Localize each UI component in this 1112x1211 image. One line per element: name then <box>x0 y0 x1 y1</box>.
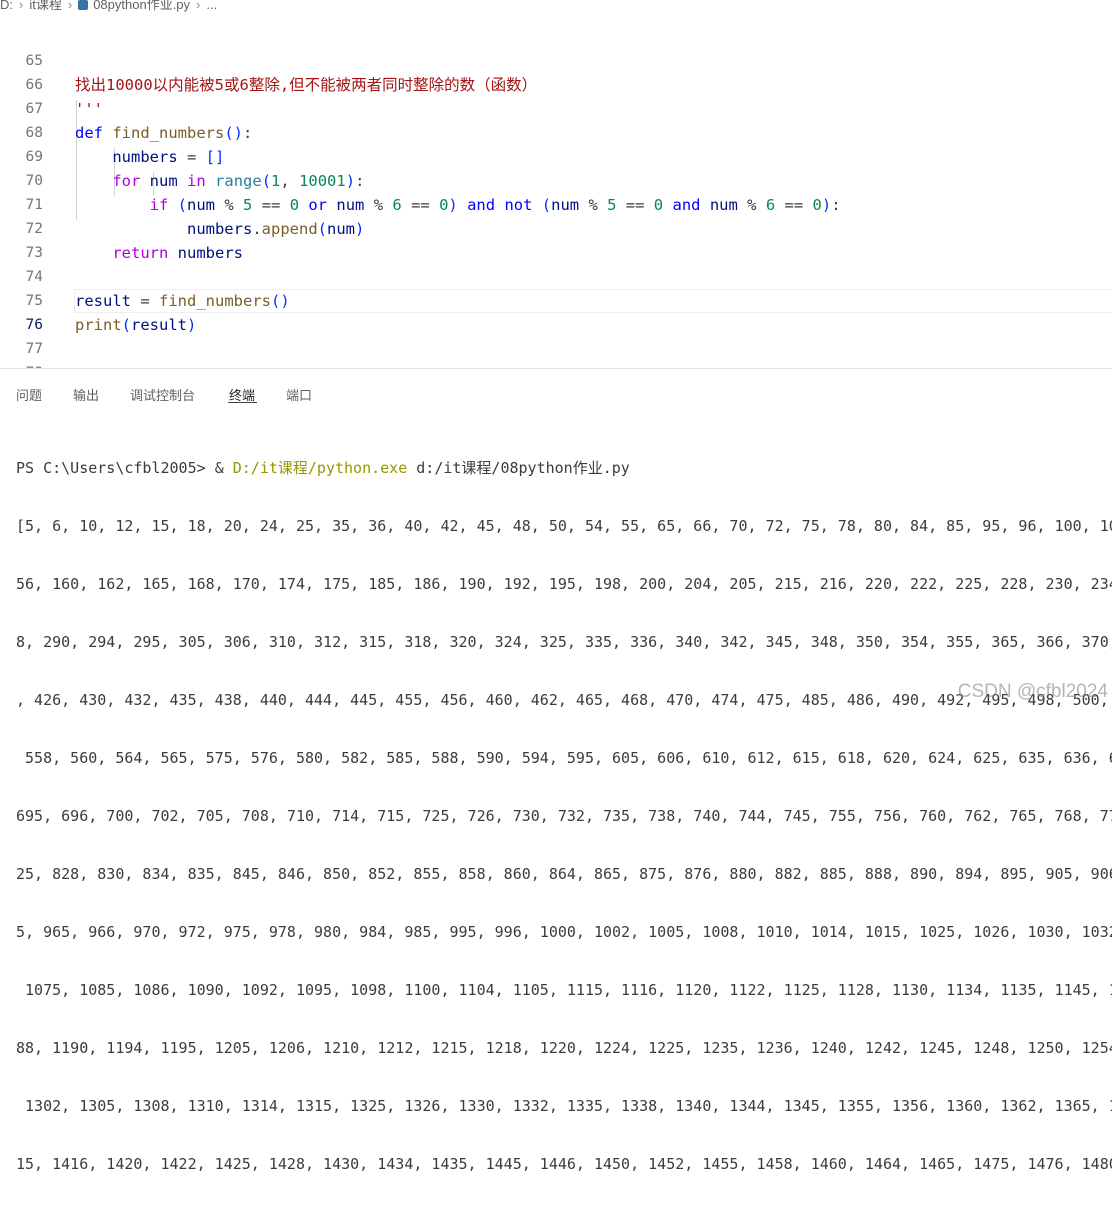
code-line: 78 <box>0 337 1112 368</box>
code-line: 77 <box>0 313 1112 357</box>
python-file-icon <box>78 0 89 10</box>
code-line: 75 print(result) <box>0 265 1112 334</box>
terminal-output-line: 25, 828, 830, 834, 835, 845, 846, 850, 8… <box>16 865 1112 883</box>
terminal-output-line: 1075, 1085, 1086, 1090, 1092, 1095, 1098… <box>16 981 1112 999</box>
panel-tabs: 问题 输出 调试控制台 终端 端口 <box>0 369 1112 409</box>
tab-debug-console[interactable]: 调试控制台 <box>130 385 195 404</box>
terminal-command-line: PS C:\Users\cfbl2005> & D:/it课程/python.e… <box>16 459 630 477</box>
chevron-right-icon: › <box>196 0 201 12</box>
breadcrumb-drive[interactable]: D: <box>0 0 13 11</box>
tab-ports[interactable]: 端口 <box>286 385 312 404</box>
breadcrumb-ellipsis[interactable]: ... <box>206 0 217 11</box>
code-line-active: 76 <box>0 289 1112 333</box>
code-line: 74 result = find_numbers() <box>0 241 1112 310</box>
code-line: 66 ''' <box>0 49 1112 118</box>
watermark: CSDN @cfbl2024 <box>957 681 1108 702</box>
terminal-output-line: 56, 160, 162, 165, 168, 170, 174, 175, 1… <box>16 575 1112 593</box>
terminal-output-line: 5, 965, 966, 970, 972, 975, 978, 980, 98… <box>16 923 1112 941</box>
tab-problems[interactable]: 问题 <box>16 385 42 404</box>
terminal-output-line: 88, 1190, 1194, 1195, 1205, 1206, 1210, … <box>16 1039 1112 1057</box>
code-line: 70 if (num % 5 == 0 or num % 6 == 0) and… <box>0 145 1112 214</box>
chevron-right-icon: › <box>19 0 24 12</box>
chevron-right-icon: › <box>67 0 73 12</box>
breadcrumb-folder[interactable]: it课程 <box>29 0 62 11</box>
terminal-output-line: 558, 560, 564, 565, 575, 576, 580, 582, … <box>16 749 1112 767</box>
terminal-output-line: , 426, 430, 432, 435, 438, 440, 444, 445… <box>16 691 1109 709</box>
code-line: 68 numbers = [] <box>0 97 1112 166</box>
code-line: 72 return numbers <box>0 193 1112 262</box>
breadcrumb-file[interactable]: 08python作业.py <box>93 0 190 11</box>
breadcrumb: D: › it课程 › 08python作业.py ›... <box>0 0 1112 16</box>
terminal[interactable]: PS C:\Users\cfbl2005> & D:/it课程/python.e… <box>16 421 1112 1211</box>
code-line: 69 for num in range(1, 10001): <box>0 121 1112 190</box>
terminal-output-line: 15, 1416, 1420, 1422, 1425, 1428, 1430, … <box>16 1155 1112 1173</box>
code-editor[interactable]: 65 找出10000以内能被5或6整除,但不能被两者同时整除的数（函数） 66 … <box>0 16 1112 368</box>
terminal-exe-path: D:/it课程/python.exe <box>232 459 408 477</box>
code-line: 71 numbers.append(num) <box>0 169 1112 238</box>
code-line: 73 <box>0 217 1112 261</box>
tab-output[interactable]: 输出 <box>73 385 99 404</box>
terminal-output-line: 1302, 1305, 1308, 1310, 1314, 1315, 1325… <box>16 1097 1112 1115</box>
code-line: 65 找出10000以内能被5或6整除,但不能被两者同时整除的数（函数） <box>0 25 1112 94</box>
active-tab-indicator <box>228 402 257 403</box>
bottom-panel: 问题 输出 调试控制台 终端 端口 PS C:\Users\cfbl2005> … <box>0 368 1112 1173</box>
code-line: 67 def find_numbers(): <box>0 73 1112 142</box>
terminal-script-path: d:/it课程/08python作业.py <box>407 459 630 477</box>
code-line: 79 <box>0 361 1112 368</box>
terminal-prompt: PS C:\Users\cfbl2005> <box>16 459 215 477</box>
terminal-output-line: 8, 290, 294, 295, 305, 306, 310, 312, 31… <box>16 633 1112 651</box>
terminal-output-line: 695, 696, 700, 702, 705, 708, 710, 714, … <box>16 807 1112 825</box>
terminal-output-line: [5, 6, 10, 12, 15, 18, 20, 24, 25, 35, 3… <box>16 517 1112 535</box>
